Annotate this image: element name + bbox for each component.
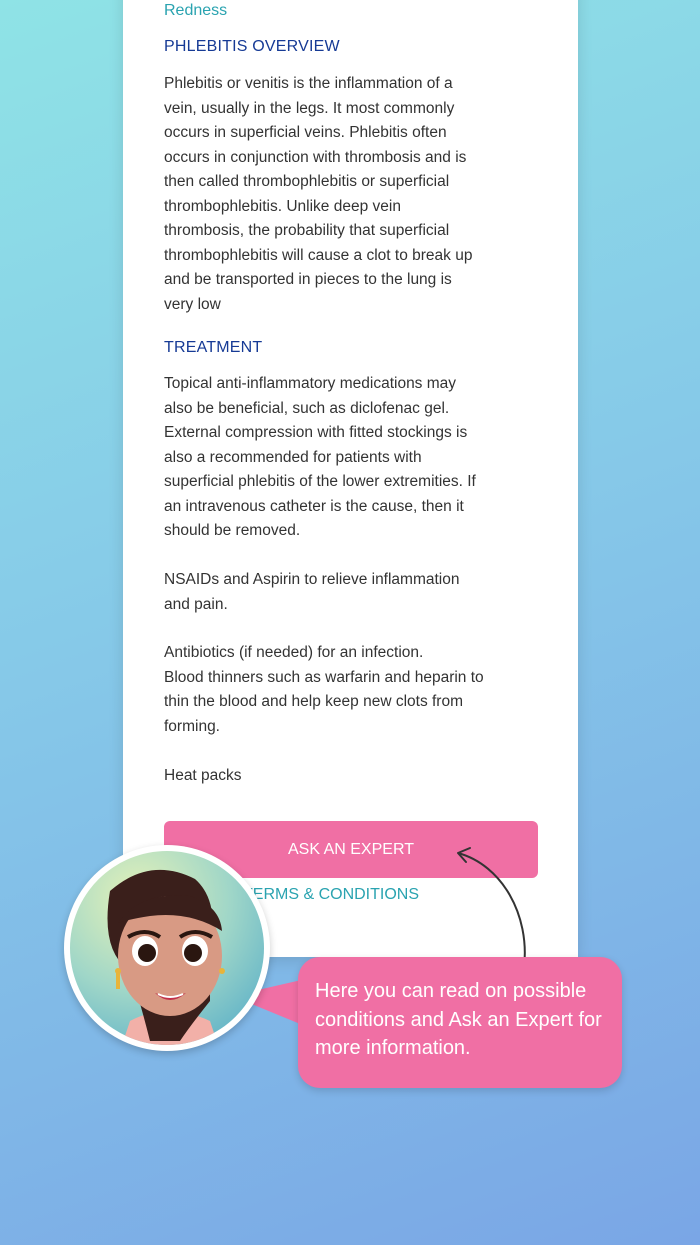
condition-detail-card: Redness PHLEBITIS OVERVIEW Phlebitis or … xyxy=(123,0,578,957)
doctor-avatar-icon xyxy=(64,845,270,1051)
treatment-paragraph: NSAIDs and Aspirin to relieve inflammati… xyxy=(164,571,460,613)
overview-text: Phlebitis or venitis is the inflammation… xyxy=(164,75,473,313)
treatment-paragraph: Heat packs xyxy=(164,767,242,784)
terms-and-conditions-link[interactable]: TERMS & CONDITIONS xyxy=(243,886,419,904)
curved-arrow-icon xyxy=(457,847,526,968)
treatment-paragraph: Topical anti-inflammatory medications ma… xyxy=(164,375,476,539)
section-heading-overview: PHLEBITIS OVERVIEW xyxy=(164,38,340,55)
tooltip-bubble: Here you can read on possible conditions… xyxy=(298,957,622,1088)
section-heading-treatment: TREATMENT xyxy=(164,339,263,356)
treatment-paragraph: Antibiotics (if needed) for an infection… xyxy=(164,644,484,735)
tooltip-text: Here you can read on possible conditions… xyxy=(315,980,602,1059)
redness-label: Redness xyxy=(164,2,228,19)
